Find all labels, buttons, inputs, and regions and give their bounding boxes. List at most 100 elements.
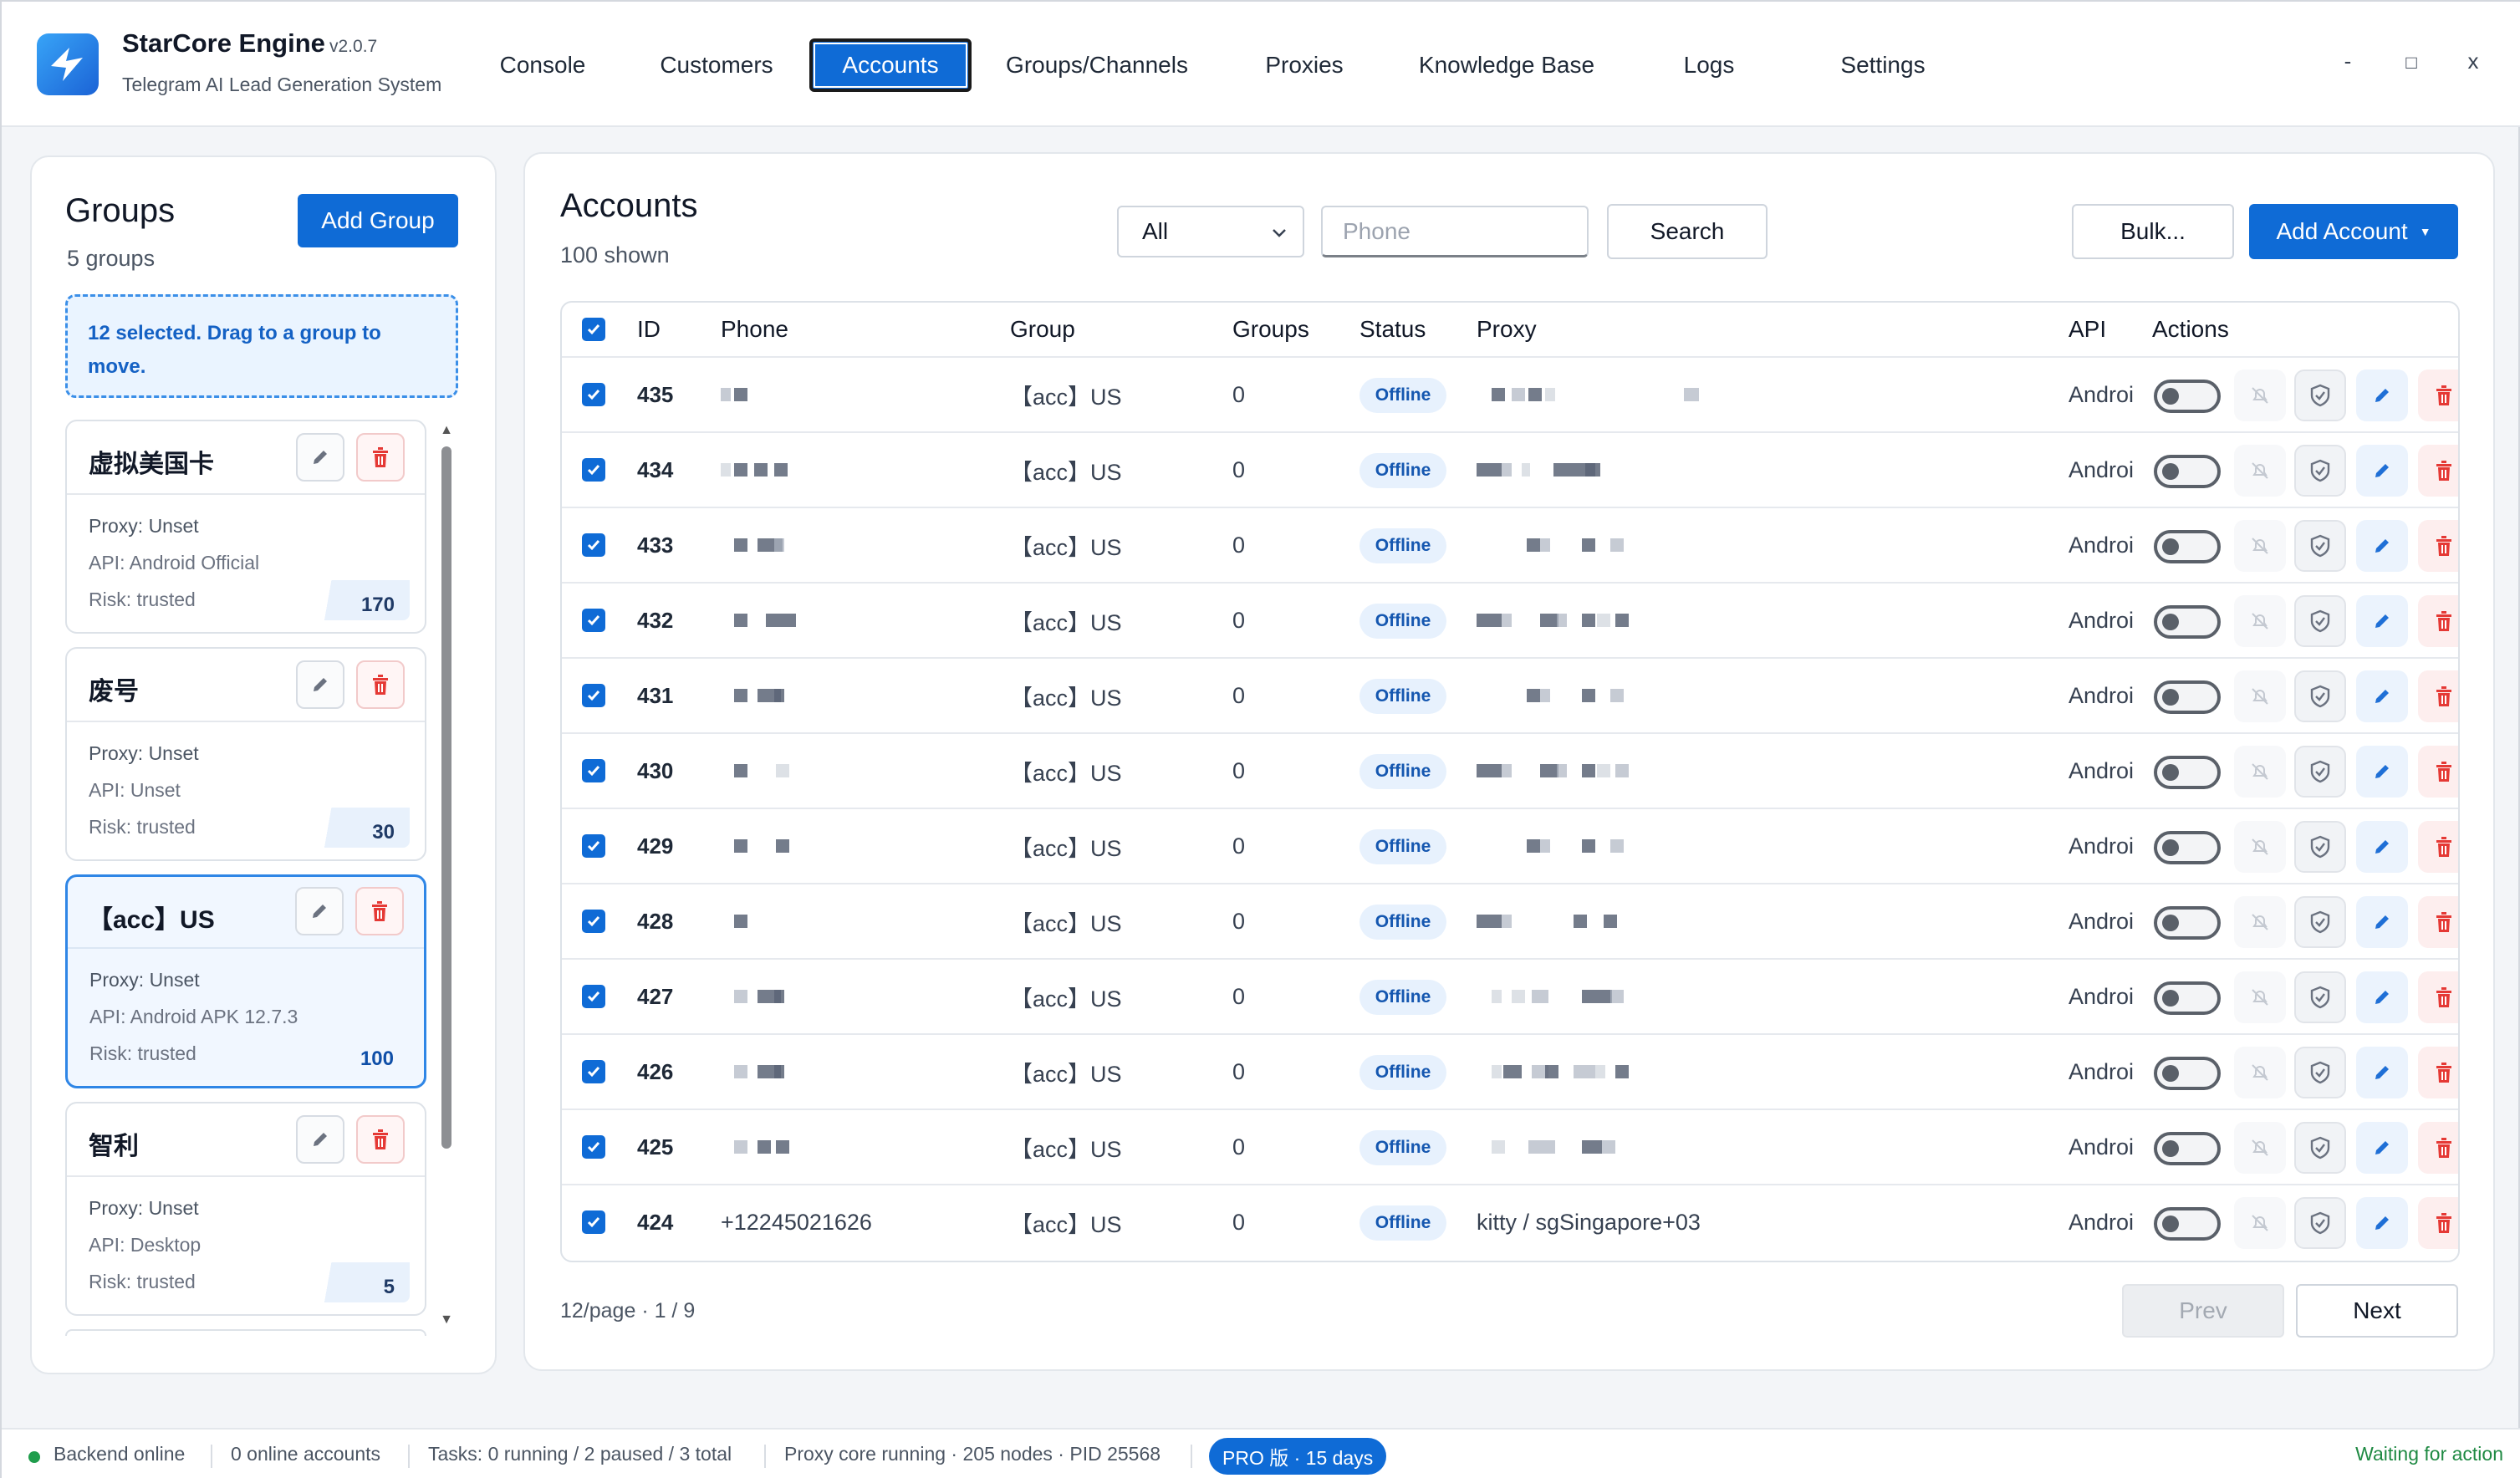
tab-settings[interactable]: Settings	[1824, 38, 1941, 92]
delete-group-button[interactable]	[356, 660, 405, 709]
account-toggle[interactable]	[2154, 530, 2221, 563]
col-proxy[interactable]: Proxy	[1477, 316, 1537, 343]
mute-button[interactable]	[2234, 1197, 2286, 1249]
group-card[interactable]: 虚拟美国卡 Proxy: Unset API: Android Official…	[65, 420, 426, 634]
search-button[interactable]: Search	[1607, 204, 1768, 259]
edit-account-button[interactable]	[2356, 1047, 2408, 1098]
delete-account-button[interactable]	[2418, 370, 2458, 421]
table-row[interactable]: 430 【acc】US 0 Offline Androi	[562, 732, 2458, 808]
row-checkbox[interactable]	[582, 684, 605, 707]
mute-button[interactable]	[2234, 1122, 2286, 1174]
delete-account-button[interactable]	[2418, 1122, 2458, 1174]
edit-account-button[interactable]	[2356, 445, 2408, 497]
row-checkbox[interactable]	[582, 759, 605, 782]
delete-group-button[interactable]	[356, 1115, 405, 1164]
maximize-button[interactable]: □	[2395, 52, 2428, 74]
tab-groups-channels[interactable]: Groups/Channels	[997, 38, 1197, 92]
table-row[interactable]: 434 【acc】US 0 Offline Androi	[562, 431, 2458, 507]
close-button[interactable]: x	[2456, 48, 2490, 74]
table-row[interactable]: 428 【acc】US 0 Offline Androi	[562, 883, 2458, 958]
account-toggle[interactable]	[2154, 906, 2221, 940]
table-row[interactable]: 433 【acc】US 0 Offline Androi	[562, 507, 2458, 582]
shield-button[interactable]	[2294, 670, 2346, 722]
shield-button[interactable]	[2294, 1122, 2346, 1174]
shield-button[interactable]	[2294, 520, 2346, 572]
table-row[interactable]: 432 【acc】US 0 Offline Androi	[562, 582, 2458, 657]
edit-account-button[interactable]	[2356, 1122, 2408, 1174]
shield-button[interactable]	[2294, 595, 2346, 647]
scrollbar-thumb[interactable]	[441, 446, 451, 1149]
row-checkbox[interactable]	[582, 533, 605, 557]
filter-select[interactable]: All	[1117, 206, 1304, 257]
row-checkbox[interactable]	[582, 458, 605, 482]
row-checkbox[interactable]	[582, 834, 605, 858]
delete-group-button[interactable]	[356, 433, 405, 482]
minimize-button[interactable]: -	[2331, 48, 2364, 74]
group-card[interactable]: 废号 Proxy: Unset API: Unset Risk: trusted…	[65, 647, 426, 861]
mute-button[interactable]	[2234, 670, 2286, 722]
groups-scrollbar[interactable]: ▲ ▼	[438, 423, 455, 1334]
table-row[interactable]: 427 【acc】US 0 Offline Androi	[562, 958, 2458, 1033]
tab-customers[interactable]: Customers	[645, 38, 788, 92]
tab-console[interactable]: Console	[487, 38, 599, 92]
shield-button[interactable]	[2294, 971, 2346, 1023]
edit-account-button[interactable]	[2356, 821, 2408, 873]
col-phone[interactable]: Phone	[721, 316, 788, 343]
scroll-up-icon[interactable]: ▲	[438, 423, 455, 438]
delete-account-button[interactable]	[2418, 746, 2458, 798]
account-toggle[interactable]	[2154, 756, 2221, 789]
row-checkbox[interactable]	[582, 609, 605, 632]
prev-page-button[interactable]: Prev	[2122, 1284, 2284, 1338]
account-toggle[interactable]	[2154, 380, 2221, 413]
col-groups[interactable]: Groups	[1232, 316, 1309, 343]
delete-account-button[interactable]	[2418, 1047, 2458, 1098]
mute-button[interactable]	[2234, 370, 2286, 421]
table-row[interactable]: 426 【acc】US 0 Offline Androi	[562, 1033, 2458, 1108]
group-card-selected[interactable]: 【acc】US Proxy: Unset API: Android APK 12…	[65, 874, 426, 1088]
scroll-down-icon[interactable]: ▼	[438, 1312, 455, 1328]
edit-account-button[interactable]	[2356, 896, 2408, 948]
row-checkbox[interactable]	[582, 1135, 605, 1159]
shield-button[interactable]	[2294, 1047, 2346, 1098]
phone-search-input[interactable]: Phone	[1321, 206, 1589, 257]
edit-account-button[interactable]	[2356, 1197, 2408, 1249]
edit-account-button[interactable]	[2356, 971, 2408, 1023]
tab-proxies[interactable]: Proxies	[1252, 38, 1356, 92]
col-id[interactable]: ID	[637, 316, 661, 343]
mute-button[interactable]	[2234, 821, 2286, 873]
col-group[interactable]: Group	[1010, 316, 1075, 343]
next-page-button[interactable]: Next	[2296, 1284, 2458, 1338]
row-checkbox[interactable]	[582, 383, 605, 406]
license-badge[interactable]: PRO 版 · 15 days	[1209, 1438, 1387, 1475]
table-row[interactable]: 429 【acc】US 0 Offline Androi	[562, 808, 2458, 883]
table-row[interactable]: 425 【acc】US 0 Offline Androi	[562, 1108, 2458, 1184]
edit-group-button[interactable]	[296, 433, 344, 482]
edit-account-button[interactable]	[2356, 595, 2408, 647]
delete-account-button[interactable]	[2418, 971, 2458, 1023]
delete-account-button[interactable]	[2418, 896, 2458, 948]
edit-account-button[interactable]	[2356, 520, 2408, 572]
row-checkbox[interactable]	[582, 985, 605, 1008]
row-checkbox[interactable]	[582, 1060, 605, 1083]
add-account-button[interactable]: Add Account ▼	[2249, 204, 2458, 259]
group-card[interactable]: 智利 Proxy: Unset API: Desktop Risk: trust…	[65, 1102, 426, 1316]
account-toggle[interactable]	[2154, 1057, 2221, 1090]
shield-button[interactable]	[2294, 445, 2346, 497]
bulk-button[interactable]: Bulk...	[2072, 204, 2234, 259]
delete-account-button[interactable]	[2418, 670, 2458, 722]
add-group-button[interactable]: Add Group	[298, 194, 458, 247]
edit-account-button[interactable]	[2356, 670, 2408, 722]
mute-button[interactable]	[2234, 520, 2286, 572]
delete-account-button[interactable]	[2418, 445, 2458, 497]
shield-button[interactable]	[2294, 821, 2346, 873]
delete-account-button[interactable]	[2418, 1197, 2458, 1249]
table-row[interactable]: 424 +12245021626 【acc】US 0 Offline kitty / sg…	[562, 1184, 2458, 1259]
row-checkbox[interactable]	[582, 910, 605, 933]
mute-button[interactable]	[2234, 896, 2286, 948]
mute-button[interactable]	[2234, 1047, 2286, 1098]
tab-knowledge-base[interactable]: Knowledge Base	[1406, 38, 1607, 92]
mute-button[interactable]	[2234, 971, 2286, 1023]
mute-button[interactable]	[2234, 595, 2286, 647]
table-row[interactable]: 435 【acc】US 0 Offline Androi	[562, 356, 2458, 431]
account-toggle[interactable]	[2154, 605, 2221, 639]
